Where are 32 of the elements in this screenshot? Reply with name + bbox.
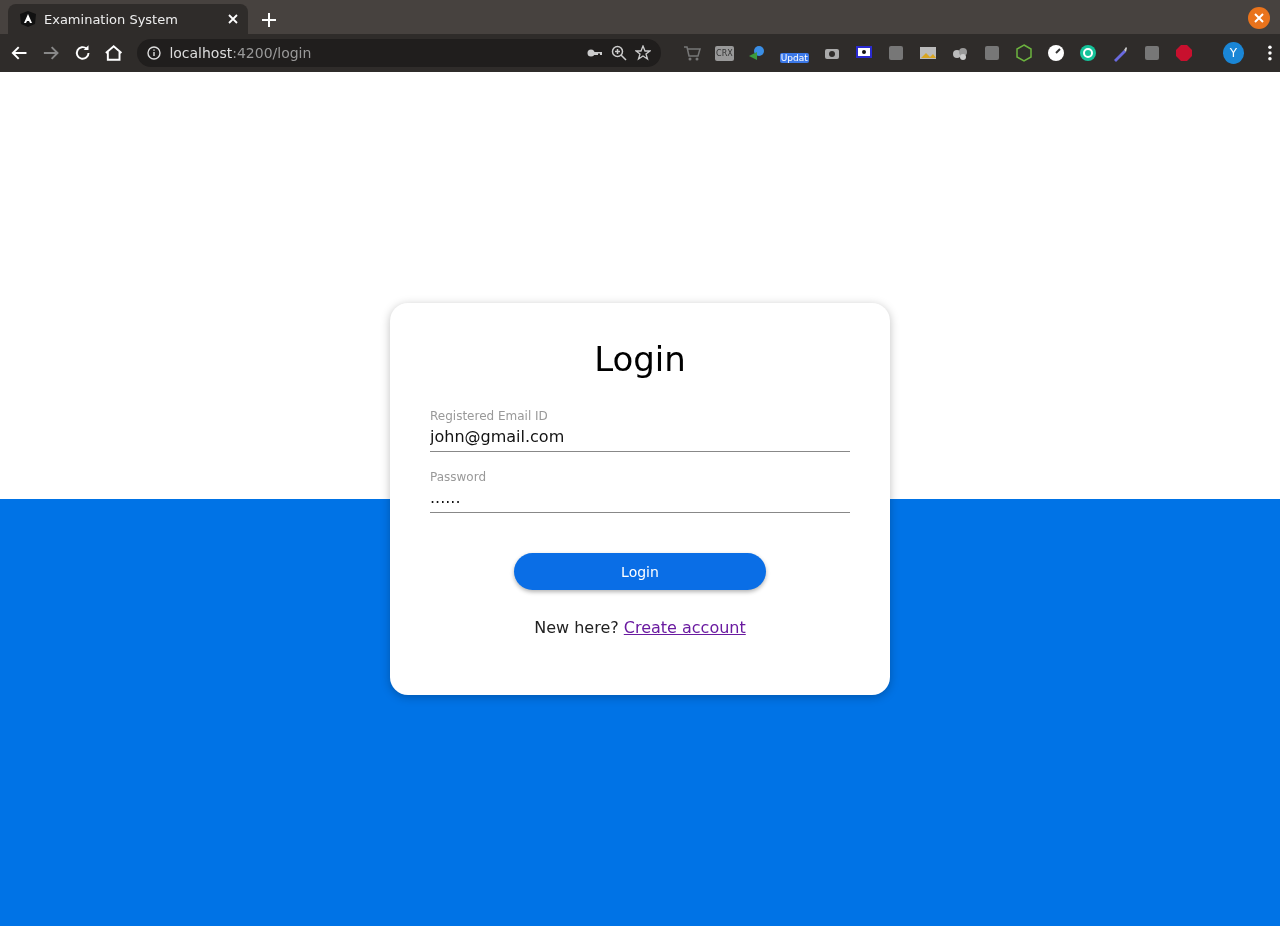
menu-icon[interactable] — [1268, 45, 1273, 61]
browser-tab[interactable]: Examination System — [8, 4, 248, 34]
address-bar[interactable]: localhost:4200/login — [137, 39, 662, 67]
extension-icon[interactable]: CRX — [715, 45, 734, 61]
profile-avatar[interactable]: Y — [1222, 42, 1245, 64]
field-label: Registered Email ID — [430, 409, 549, 423]
gauge-icon[interactable] — [1046, 44, 1065, 62]
input-field[interactable]: ...... — [430, 486, 850, 512]
update-badge[interactable]: Updat — [779, 53, 809, 63]
picture-icon[interactable] — [918, 44, 937, 62]
url-text: localhost:4200/login — [169, 45, 313, 61]
extension-icon[interactable] — [1142, 44, 1161, 62]
cart-icon[interactable] — [683, 44, 702, 62]
window-close-icon[interactable] — [1248, 7, 1270, 29]
zoom-icon[interactable] — [611, 45, 628, 61]
key-icon[interactable] — [587, 48, 604, 58]
tab-title: Examination System — [44, 11, 179, 27]
field-label: Password — [430, 470, 488, 484]
new-tab-icon[interactable] — [262, 13, 276, 27]
hexagon-icon[interactable] — [1014, 44, 1033, 62]
input-field[interactable]: john@gmail.com — [430, 425, 850, 451]
circle-icon[interactable] — [1078, 44, 1097, 62]
extension-icon[interactable] — [886, 44, 905, 62]
login-title: Login — [594, 339, 686, 379]
star-icon[interactable] — [635, 45, 652, 61]
extension-icon[interactable] — [982, 44, 1001, 62]
create-account-link[interactable]: Create account — [623, 618, 746, 637]
info-icon[interactable] — [147, 46, 162, 60]
login-button[interactable]: Login — [514, 553, 766, 590]
app-logo-icon — [20, 11, 36, 27]
close-icon[interactable] — [226, 12, 240, 26]
signup-prompt: New here? — [534, 618, 619, 637]
